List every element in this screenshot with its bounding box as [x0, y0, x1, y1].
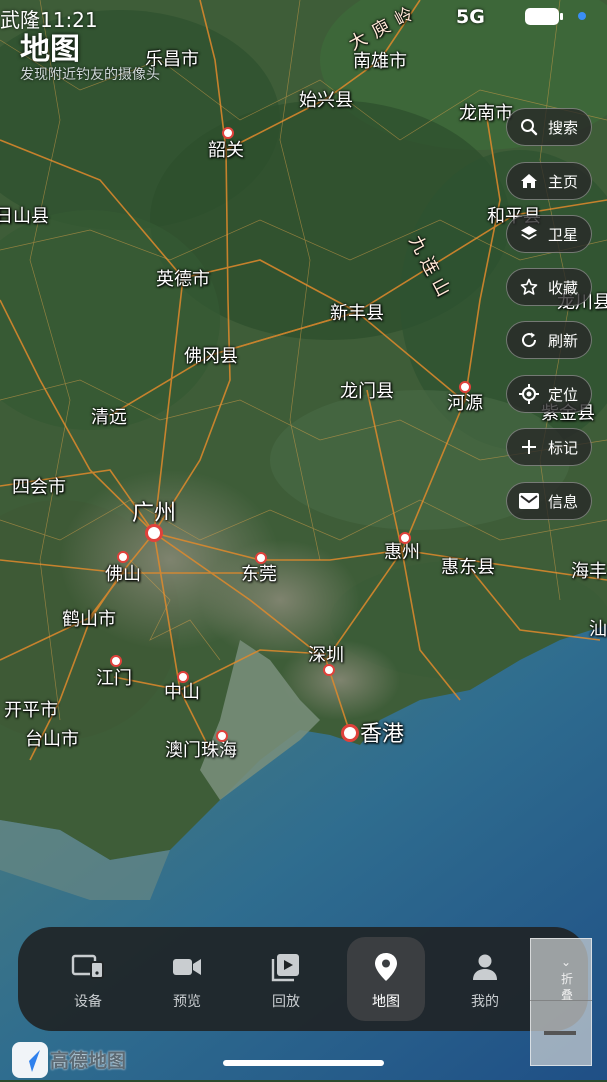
battery-icon [525, 8, 563, 25]
home-indicator[interactable] [223, 1060, 384, 1066]
home-icon [519, 171, 539, 191]
refresh-button[interactable]: 刷新 [506, 321, 592, 359]
city-label: 龙南市 [459, 103, 513, 124]
tab-device[interactable]: 设备 [49, 937, 127, 1021]
city-label: 海丰 [571, 561, 607, 582]
city-label: 佛山 [105, 564, 141, 585]
tab-map[interactable]: 地图 [347, 937, 425, 1021]
tab-mine[interactable]: 我的 [446, 937, 524, 1021]
city-marker-icon [145, 524, 163, 542]
refresh-icon [519, 330, 539, 350]
zoom-out-icon[interactable] [544, 1031, 576, 1035]
city-label: 惠东县 [441, 557, 495, 578]
locate-button[interactable]: 定位 [506, 375, 592, 413]
tab-device-label: 设备 [74, 994, 102, 1010]
plus-icon [519, 437, 539, 457]
city-label: 始兴县 [299, 90, 353, 111]
tab-playback-label: 回放 [272, 994, 300, 1010]
search-icon [519, 117, 539, 137]
person-icon [446, 949, 524, 985]
tab-preview-label: 预览 [173, 994, 201, 1010]
city-marker-icon [117, 551, 129, 563]
search-label: 搜索 [548, 118, 579, 137]
amap-logo-icon [12, 1042, 48, 1078]
playback-icon [247, 949, 325, 985]
city-marker-icon [341, 724, 359, 742]
mark-button[interactable]: 标记 [506, 428, 592, 466]
chevron-down-icon: ⌄ [561, 955, 572, 969]
mail-icon [519, 491, 539, 511]
tab-mine-label: 我的 [471, 994, 499, 1010]
city-label: 汕 [589, 619, 607, 640]
city-marker-icon [222, 127, 234, 139]
satellite-label: 卫星 [548, 225, 579, 244]
network-indicator: 5G [456, 6, 485, 28]
star-icon [519, 277, 539, 297]
layers-icon [519, 224, 539, 244]
city-label: 开平市 [4, 700, 58, 721]
mark-label: 标记 [548, 438, 579, 457]
locate-label: 定位 [548, 385, 579, 404]
locate-icon [519, 384, 539, 404]
city-label: 江门 [96, 668, 132, 689]
city-marker-icon [216, 730, 228, 742]
city-marker-icon [399, 532, 411, 544]
page-title: 地图 [20, 32, 80, 67]
city-label: 英德市 [156, 269, 210, 290]
favorite-label: 收藏 [548, 278, 579, 297]
satellite-button[interactable]: 卫星 [506, 215, 592, 253]
city-marker-icon [177, 671, 189, 683]
home-button[interactable]: 主页 [506, 162, 592, 200]
favorite-button[interactable]: 收藏 [506, 268, 592, 306]
city-marker-icon [459, 381, 471, 393]
tab-playback[interactable]: 回放 [247, 937, 325, 1021]
message-button[interactable]: 信息 [506, 482, 592, 520]
city-label: 广州 [131, 501, 177, 526]
city-label: 韶关 [208, 140, 244, 161]
city-label: 龙门县 [340, 381, 394, 402]
city-label: 清远 [91, 407, 127, 428]
home-label: 主页 [548, 172, 579, 191]
map-terrain [0, 0, 607, 1080]
city-label: 鹤山市 [62, 609, 116, 630]
notification-dot-icon [578, 12, 586, 20]
city-marker-icon [255, 552, 267, 564]
message-label: 信息 [548, 492, 579, 511]
refresh-label: 刷新 [548, 331, 579, 350]
city-label: 台山市 [25, 729, 79, 750]
satellite-map[interactable]: 乐昌市南雄市始兴县龙南市韶关日山县和平县英德市新丰县龙川县佛冈县龙门县河源紫金县… [0, 0, 607, 1080]
map-pin-icon [347, 949, 425, 985]
city-label: 香港 [359, 722, 405, 747]
city-marker-icon [323, 664, 335, 676]
video-camera-icon [148, 949, 226, 985]
page-subtitle: 发现附近钓友的摄像头 [20, 67, 160, 83]
map-attribution: 高德地图 [50, 1050, 127, 1072]
device-icon [49, 949, 127, 985]
city-label: 深圳 [308, 645, 344, 666]
city-label: 四会市 [12, 477, 66, 498]
city-label: 日山县 [0, 206, 49, 227]
city-label: 新丰县 [330, 303, 384, 324]
search-button[interactable]: 搜索 [506, 108, 592, 146]
fold-button[interactable]: 折叠 [560, 971, 574, 1003]
tab-preview[interactable]: 预览 [148, 937, 226, 1021]
tab-map-label: 地图 [372, 994, 400, 1010]
city-label: 佛冈县 [184, 346, 238, 367]
bottom-navigation: 设备 预览 回放 地图 我的 [18, 927, 588, 1031]
city-marker-icon [110, 655, 122, 667]
